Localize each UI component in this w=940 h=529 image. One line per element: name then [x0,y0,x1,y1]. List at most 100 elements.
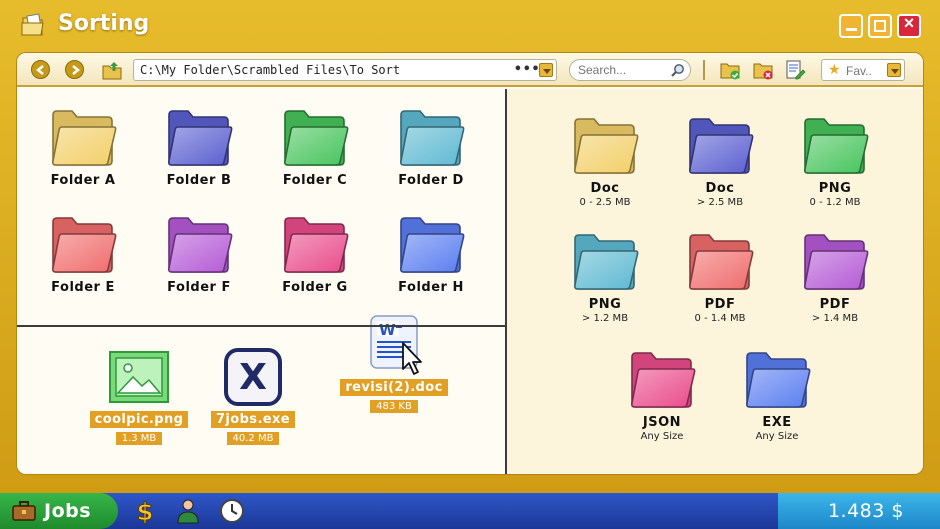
search-box[interactable] [569,59,691,81]
sorting-window: Sorting × C:\My Folder\Scrambled Files\T… [0,0,940,493]
pane-divider-horizontal [17,325,505,327]
title-bar[interactable]: Sorting × [0,0,940,50]
destination-pane: Doc 0 - 2.5 MB Doc > 2.5 MB PNG 0 - 1.2 MB … [507,89,923,474]
forward-button[interactable] [65,60,84,79]
destination-folder-5[interactable]: PDF > 1.4 MB [787,231,883,324]
file-size: 1.3 MB [115,432,163,445]
folder-size-rule: 0 - 2.5 MB [579,197,631,208]
address-more[interactable]: ••• [514,62,540,77]
window-title: Sorting [58,11,150,36]
folder-name: Folder D [398,173,464,188]
money-amount: 1.483 $ [827,500,904,522]
source-folder-4[interactable]: Folder E [35,214,131,295]
folder-name: Folder F [167,280,231,295]
file-revisi[interactable]: W revisi(2).doc 483 KB [339,313,449,414]
folder-name: EXE [762,415,792,430]
file-7jobs[interactable]: X 7jobs.exe 40.2 MB [203,347,303,446]
folder-icon [284,110,349,166]
destination-folder-1[interactable]: Doc > 2.5 MB [672,115,768,208]
source-folder-0[interactable]: Folder A [35,107,131,188]
folder-name: Folder G [282,280,348,295]
folder-name: Folder B [166,173,232,188]
source-folder-5[interactable]: Folder F [151,214,247,295]
address-dropdown[interactable] [539,63,553,77]
file-size: 40.2 MB [226,432,280,445]
folder-name: Doc [705,181,735,196]
toolbar: C:\My Folder\Scrambled Files\To Sort ••• [17,53,923,87]
file-coolpic[interactable]: coolpic.png 1.3 MB [89,349,189,446]
briefcase-icon [12,501,36,521]
maximize-icon [874,20,886,32]
explorer-panel: C:\My Folder\Scrambled Files\To Sort ••• [16,52,924,475]
search-icon[interactable] [670,63,685,78]
arrow-right-icon [72,65,81,75]
taskbar: Jobs $ 1.483 $ [0,493,940,529]
file-name: revisi(2).doc [340,379,448,396]
document-edit-icon[interactable] [784,59,806,81]
folder-name: Doc [590,181,620,196]
folder-check-icon[interactable] [719,59,741,81]
folder-icon [574,234,639,290]
folder-name: Folder H [398,280,464,295]
back-button[interactable] [31,60,50,79]
destination-folder-0[interactable]: Doc 0 - 2.5 MB [557,115,653,208]
favorites-dropdown[interactable]: ★ Fav.. [821,59,905,81]
folder-name: Folder C [282,173,348,188]
destination-folder-7[interactable]: EXE Any Size [729,349,825,442]
star-icon: ★ [828,61,841,77]
address-bar[interactable]: C:\My Folder\Scrambled Files\To Sort ••• [133,59,557,81]
money-display: 1.483 $ [778,493,940,529]
minimize-button[interactable] [839,14,863,38]
toolbar-separator [703,60,705,80]
source-pane: Folder A Folder B Folder C Folder D Fold… [17,89,505,474]
jobs-button[interactable]: Jobs [0,493,118,529]
destination-folder-3[interactable]: PNG > 1.2 MB [557,231,653,324]
maximize-button[interactable] [868,14,892,38]
close-button[interactable]: × [897,13,921,38]
jobs-label: Jobs [44,500,92,522]
folder-name: PNG [588,297,622,312]
destination-folder-6[interactable]: JSON Any Size [614,349,710,442]
folder-icon [574,118,639,174]
favorites-arrow[interactable] [887,63,901,77]
folder-size-rule: > 1.4 MB [811,313,859,324]
folder-icon [52,110,117,166]
close-icon: × [903,13,915,33]
image-file-icon [109,351,169,403]
source-folder-6[interactable]: Folder G [267,214,363,295]
source-folder-7[interactable]: Folder H [383,214,479,295]
search-input[interactable] [578,63,668,77]
folder-name: PNG [818,181,852,196]
source-folder-1[interactable]: Folder B [151,107,247,188]
svg-text:$: $ [137,498,154,524]
minimize-icon [846,28,857,31]
source-folder-3[interactable]: Folder D [383,107,479,188]
dollar-icon[interactable]: $ [134,498,156,524]
source-folder-2[interactable]: Folder C [267,107,363,188]
folder-delete-icon[interactable] [752,59,774,81]
folder-size-rule: > 2.5 MB [696,197,744,208]
folder-icon [631,352,696,408]
folder-size-rule: Any Size [755,431,799,442]
folder-icon [284,217,349,273]
clock-icon[interactable] [219,498,245,524]
folder-icon [689,234,754,290]
folder-icon [804,234,869,290]
folder-size-rule: 0 - 1.2 MB [809,197,861,208]
folder-icon [804,118,869,174]
folder-size-rule: > 1.2 MB [581,313,629,324]
person-icon[interactable] [176,498,200,524]
folder-icon [400,217,465,273]
folder-icon [168,110,233,166]
destination-folder-2[interactable]: PNG 0 - 1.2 MB [787,115,883,208]
svg-text:W: W [379,321,396,339]
favorites-label: Fav.. [846,64,872,78]
folder-icon [689,118,754,174]
folder-icon [400,110,465,166]
folder-name: PDF [819,297,851,312]
folder-name: Folder A [50,173,116,188]
folder-name: Folder E [51,280,115,295]
folder-up-icon[interactable] [101,59,123,81]
arrow-left-icon [35,65,44,75]
destination-folder-4[interactable]: PDF 0 - 1.4 MB [672,231,768,324]
